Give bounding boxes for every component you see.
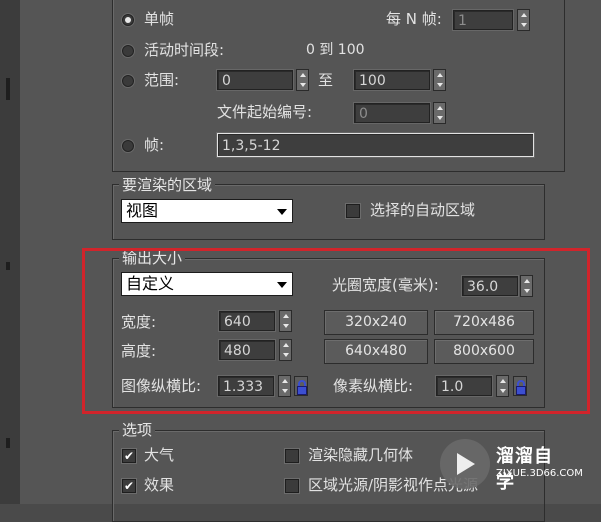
range-radio[interactable]	[122, 75, 134, 87]
area-to-render-value: 视图	[126, 201, 159, 220]
render-hidden-checkbox[interactable]	[285, 449, 299, 463]
file-number-base-input[interactable]: 0	[354, 103, 430, 123]
watermark-url: ZIXUE.3D66.COM	[496, 468, 583, 479]
range-end-input[interactable]: 100	[354, 70, 430, 90]
file-number-base-label: 文件起始编号:	[217, 103, 313, 121]
options-title: 选项	[119, 421, 156, 439]
range-start-input[interactable]: 0	[217, 70, 293, 90]
effects-checkbox[interactable]: ✔	[122, 479, 136, 493]
watermark: 溜溜自学 ZIXUE.3D66.COM	[440, 436, 583, 494]
atmospherics-label: 大气	[144, 446, 175, 464]
area-to-render-title: 要渲染的区域	[119, 176, 216, 194]
active-segment-radio[interactable]	[122, 45, 134, 57]
render-hidden-label: 渲染隐藏几何体	[308, 446, 414, 464]
area-lights-checkbox[interactable]	[285, 479, 299, 493]
frames-input[interactable]: 1,3,5-12	[217, 133, 534, 157]
range-start-spinner[interactable]	[296, 69, 309, 91]
auto-region-checkbox[interactable]	[346, 204, 360, 218]
single-frame-label: 单帧	[144, 10, 175, 28]
left-edge-strip	[0, 0, 20, 504]
area-to-render-dropdown[interactable]: 视图	[121, 199, 293, 223]
active-segment-range: 0 到 100	[306, 42, 365, 58]
range-end-spinner[interactable]	[433, 69, 446, 91]
atmospherics-checkbox[interactable]: ✔	[122, 449, 136, 463]
range-to-label: 至	[318, 71, 334, 89]
play-logo-icon	[440, 439, 490, 489]
highlight-box	[82, 248, 590, 414]
range-label: 范围:	[144, 71, 180, 89]
auto-region-label: 选择的自动区域	[370, 201, 476, 219]
every-n-frames-input[interactable]: 1	[453, 10, 513, 30]
render-setup-panel: 单帧 每 N 帧: 1 活动时间段: 0 到 100 范围: 0 至 100 文…	[20, 0, 601, 522]
chevron-down-icon	[277, 209, 287, 215]
every-n-frames-label: 每 N 帧:	[386, 10, 442, 28]
file-number-base-spinner[interactable]	[433, 102, 446, 124]
frames-label: 帧:	[144, 136, 165, 154]
every-n-frames-spinner[interactable]	[517, 9, 530, 31]
frames-radio[interactable]	[122, 140, 134, 152]
effects-label: 效果	[144, 476, 175, 494]
active-segment-label: 活动时间段:	[144, 41, 225, 59]
single-frame-radio[interactable]	[122, 14, 134, 26]
